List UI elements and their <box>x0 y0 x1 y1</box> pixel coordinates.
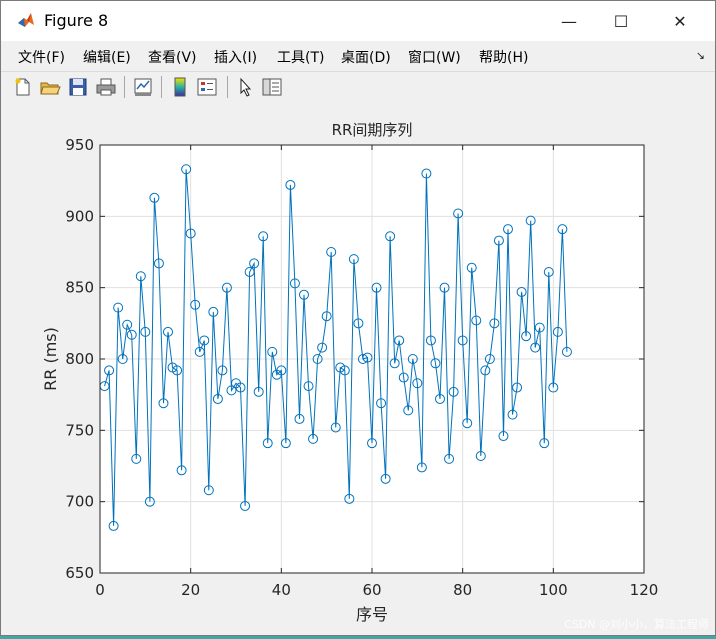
new-figure-icon[interactable] <box>12 76 34 98</box>
watermark: CSDN @刘小小，算法工程师 <box>564 617 709 631</box>
open-file-icon[interactable] <box>39 76 61 98</box>
x-tick-label: 60 <box>362 581 381 599</box>
chart-title: RR间期序列 <box>332 121 413 139</box>
matlab-logo-icon <box>16 11 36 31</box>
title-bar[interactable]: Figure 8 — ☐ ✕ <box>1 1 715 41</box>
y-tick-label: 700 <box>65 493 94 511</box>
toolbar <box>1 71 715 104</box>
figure-canvas: 0 20 40 60 80 100 120 650 700 750 800 850 900 950 RR间… <box>1 103 715 635</box>
menubar-overflow-icon[interactable]: ↘ <box>696 49 705 62</box>
menu-tools[interactable]: 工具(T) <box>277 47 324 67</box>
maximize-icon: ☐ <box>613 11 629 31</box>
x-tick-label: 0 <box>95 581 105 599</box>
x-tick-label: 20 <box>181 581 200 599</box>
y-tick-label: 950 <box>65 136 94 154</box>
figure-window: Figure 8 — ☐ ✕ 文件(F) 编辑(E) 查看(V) 插入(I) 工… <box>0 0 716 636</box>
menu-view[interactable]: 查看(V) <box>148 47 197 67</box>
x-tick-label: 100 <box>539 581 568 599</box>
legend-icon[interactable] <box>196 76 218 98</box>
y-tick-label: 800 <box>65 350 94 368</box>
minimize-icon: — <box>561 11 577 31</box>
menu-desktop[interactable]: 桌面(D) <box>341 47 391 67</box>
rr-interval-chart: 0 20 40 60 80 100 120 650 700 750 800 850 900 950 RR间… <box>41 121 709 631</box>
menu-bar: 文件(F) 编辑(E) 查看(V) 插入(I) 工具(T) 桌面(D) 窗口(W… <box>1 41 715 71</box>
y-tick-label: 750 <box>65 421 94 439</box>
menu-edit[interactable]: 编辑(E) <box>83 47 131 67</box>
x-tick-label: 120 <box>630 581 659 599</box>
y-tick-label: 650 <box>65 564 94 582</box>
x-axis-label: 序号 <box>356 605 388 624</box>
menu-insert[interactable]: 插入(I) <box>214 47 257 67</box>
print-icon[interactable] <box>95 76 117 98</box>
save-icon[interactable] <box>67 76 89 98</box>
toolbar-separator <box>227 76 228 98</box>
toolbar-separator <box>161 76 162 98</box>
pointer-icon[interactable] <box>234 76 256 98</box>
maximize-button[interactable]: ☐ <box>598 1 644 41</box>
menu-file[interactable]: 文件(F) <box>18 47 65 67</box>
x-tick-label: 40 <box>272 581 291 599</box>
menu-help[interactable]: 帮助(H) <box>479 47 528 67</box>
link-plot-icon[interactable] <box>132 76 154 98</box>
y-axis-label: RR (ms) <box>41 327 60 391</box>
close-button[interactable]: ✕ <box>657 1 703 41</box>
toolbar-separator <box>124 76 125 98</box>
close-icon: ✕ <box>673 11 687 31</box>
y-tick-label: 850 <box>65 279 94 297</box>
menu-window[interactable]: 窗口(W) <box>408 47 461 67</box>
minimize-button[interactable]: — <box>546 1 592 41</box>
window-title: Figure 8 <box>44 11 109 30</box>
y-tick-label: 900 <box>65 207 94 225</box>
colorbar-icon[interactable] <box>169 76 191 98</box>
property-inspector-icon[interactable] <box>261 76 283 98</box>
x-tick-label: 80 <box>453 581 472 599</box>
